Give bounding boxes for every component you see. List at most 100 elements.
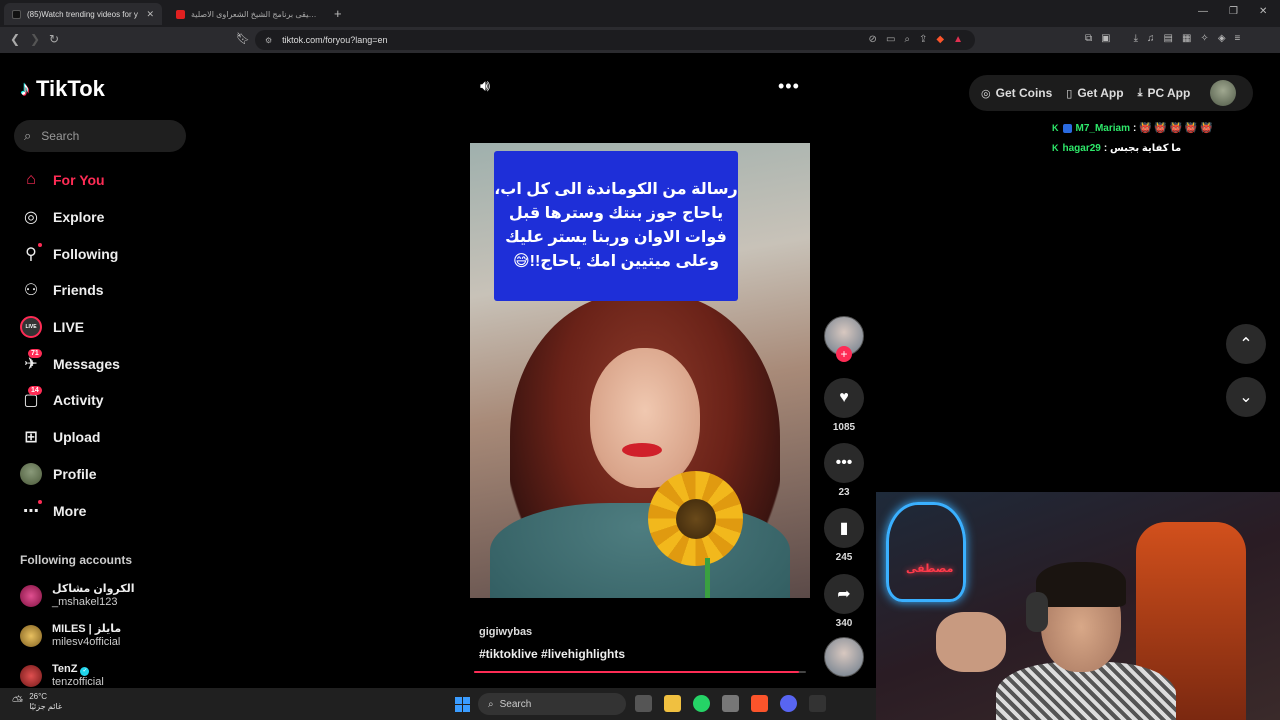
video-player[interactable]: رسالة من الكوماندة الى كل اب، ياحاج جوز … bbox=[470, 143, 810, 598]
close-window-button[interactable]: ✕ bbox=[1259, 6, 1267, 17]
download-icon[interactable]: ⤓ bbox=[1134, 33, 1138, 44]
share-arrow-icon[interactable]: ➦ bbox=[824, 574, 864, 614]
kick-icon: K bbox=[1052, 123, 1059, 133]
tiktok-logo[interactable]: ♪ TikTok bbox=[20, 76, 105, 102]
sidebar-item-activity[interactable]: ▢ 14 Activity bbox=[20, 382, 220, 419]
video-progress-bar[interactable] bbox=[474, 671, 806, 673]
volume-icon[interactable]: 🔊︎ bbox=[480, 78, 490, 96]
sidebar-item-profile[interactable]: Profile bbox=[20, 456, 220, 493]
browser-tab-inactive[interactable]: موسيقى برنامج الشيخ الشعراوى الاصلية bbox=[168, 3, 328, 25]
bookmark-icon[interactable]: ▮ bbox=[824, 508, 864, 548]
get-coins-label: Get Coins bbox=[995, 86, 1053, 100]
chevron-down-icon: ⌄ bbox=[1239, 389, 1253, 406]
sidebar-item-label: Friends bbox=[53, 282, 104, 299]
windows-start-icon[interactable] bbox=[455, 697, 470, 712]
browser-tab-active[interactable]: (85)Watch trending videos for y ✕ bbox=[4, 3, 162, 25]
share-action[interactable]: ➦ 340 bbox=[822, 574, 866, 629]
zoom-icon[interactable]: ⌕ bbox=[904, 34, 910, 45]
tab-title: (85)Watch trending videos for y bbox=[27, 9, 138, 19]
search-icon: ⌕ bbox=[24, 128, 32, 143]
next-video-button[interactable]: ⌄ bbox=[1226, 377, 1266, 417]
tiktok-favicon-icon bbox=[12, 9, 21, 19]
verified-icon: ✓ bbox=[80, 666, 90, 676]
reload-icon[interactable]: ↻ bbox=[49, 32, 59, 46]
sidebar-item-for-you[interactable]: ⌂ For You bbox=[20, 162, 220, 199]
no-tracking-icon[interactable]: ⊘ bbox=[869, 34, 877, 45]
back-icon[interactable]: ❮ bbox=[10, 32, 20, 46]
like-action[interactable]: ♥ 1085 bbox=[822, 378, 866, 433]
address-bar[interactable]: ⚙ tiktok.com/foryou?lang=en ⊘ ▭ ⌕ ⇪ ◆ ▲ bbox=[255, 30, 975, 50]
screenshot-icon[interactable]: ▣ bbox=[1101, 33, 1110, 44]
search-bar[interactable]: ⌕ bbox=[14, 120, 186, 152]
snipping-tool-icon[interactable] bbox=[722, 695, 739, 712]
vpn-icon[interactable]: ◈ bbox=[1218, 33, 1226, 44]
forward-icon[interactable]: ❯ bbox=[30, 32, 40, 46]
follow-plus-icon[interactable]: + bbox=[836, 346, 852, 362]
minimize-button[interactable]: — bbox=[1198, 6, 1208, 17]
heart-icon[interactable]: ♥ bbox=[824, 378, 864, 418]
brave-shield-icon[interactable]: ◆ bbox=[936, 34, 944, 45]
brave-browser-icon[interactable] bbox=[751, 695, 768, 712]
music-icon[interactable]: ♫ bbox=[1147, 33, 1155, 44]
compass-icon: ◎ bbox=[24, 209, 38, 227]
avatar bbox=[20, 625, 42, 647]
site-info-icon[interactable]: ⚙ bbox=[265, 36, 272, 45]
sidebar-item-upload[interactable]: ⊞ Upload bbox=[20, 419, 220, 456]
taskbar-apps bbox=[635, 695, 826, 712]
sidebar-item-more[interactable]: ⋯ More bbox=[20, 492, 220, 529]
close-tab-icon[interactable]: ✕ bbox=[146, 9, 154, 20]
sidebar-item-following[interactable]: ⚲ Following bbox=[20, 235, 220, 272]
following-account-item[interactable]: MILES | مايلز milesv4official bbox=[20, 616, 220, 656]
chat-username: M7_Mariam bbox=[1075, 122, 1130, 134]
sidebar-item-messages[interactable]: ✈ 71 Messages bbox=[20, 345, 220, 382]
new-tab-button[interactable]: + bbox=[334, 6, 342, 21]
top-right-actions: ◎ Get Coins ▯ Get App ⤓ PC App bbox=[969, 75, 1253, 111]
extensions-icon[interactable]: ⧉ bbox=[1085, 33, 1092, 44]
following-account-item[interactable]: الكروان مشاكل _mshakel123 bbox=[20, 576, 220, 616]
address-bar-icons: ⊘ ▭ ⌕ ⇪ ◆ ▲ bbox=[869, 34, 963, 45]
obs-icon[interactable] bbox=[809, 695, 826, 712]
headset-icon bbox=[1026, 592, 1048, 632]
maximize-button[interactable]: ❐ bbox=[1229, 6, 1238, 17]
video-author[interactable]: gigiwybas bbox=[479, 626, 532, 638]
whatsapp-icon[interactable] bbox=[693, 695, 710, 712]
get-app-button[interactable]: ▯ Get App bbox=[1066, 86, 1123, 100]
wallet-icon[interactable]: ▦ bbox=[1182, 33, 1191, 44]
neon-sign-text: مصطفى bbox=[906, 563, 954, 575]
user-avatar[interactable] bbox=[1210, 80, 1237, 106]
sidebar-item-friends[interactable]: ⚇ Friends bbox=[20, 272, 220, 309]
share-icon[interactable]: ⇪ bbox=[919, 34, 927, 45]
task-view-icon[interactable] bbox=[635, 695, 652, 712]
tiktok-note-icon: ♪ bbox=[20, 77, 30, 100]
discord-icon[interactable] bbox=[780, 695, 797, 712]
search-input[interactable] bbox=[41, 129, 162, 143]
brave-rewards-icon[interactable]: ▲ bbox=[953, 34, 963, 45]
caption-line: وعلى ميتيين امك ياحاج!!😅 bbox=[512, 253, 720, 270]
pc-app-button[interactable]: ⤓ PC App bbox=[1138, 86, 1191, 100]
chat-badge-icon bbox=[1062, 123, 1072, 133]
sidebar-item-live[interactable]: LIVE LIVE bbox=[20, 309, 220, 346]
video-hashtags[interactable]: #tiktoklive #livehighlights bbox=[479, 647, 625, 661]
screen-icon[interactable]: ▭ bbox=[886, 34, 895, 45]
comment-action[interactable]: ••• 23 bbox=[822, 443, 866, 498]
sound-avatar[interactable] bbox=[824, 637, 864, 677]
tab-title: موسيقى برنامج الشيخ الشعراوى الاصلية bbox=[191, 9, 320, 19]
weather-widget[interactable]: ⛅︎ 26°C غائم جزئيًا bbox=[12, 692, 62, 711]
caption-line: رسالة من الكوماندة الى كل اب، bbox=[494, 181, 738, 198]
menu-icon[interactable]: ≡ bbox=[1235, 33, 1241, 44]
video-more-options-icon[interactable]: ••• bbox=[778, 76, 800, 97]
taskbar-search[interactable]: ⌕ Search bbox=[478, 693, 626, 715]
previous-video-button[interactable]: ⌃ bbox=[1226, 324, 1266, 364]
sidebar-toggle-icon[interactable]: ▤ bbox=[1164, 33, 1173, 44]
sidebar-item-explore[interactable]: ◎ Explore bbox=[20, 199, 220, 236]
save-action[interactable]: ▮ 245 bbox=[822, 508, 866, 563]
get-coins-button[interactable]: ◎ Get Coins bbox=[981, 86, 1052, 100]
sidebar-item-label: Activity bbox=[53, 392, 104, 409]
friends-icon: ⚇ bbox=[23, 282, 39, 300]
caption-line: ياحاج جوز بنتك وسترها قبل bbox=[508, 205, 724, 222]
comment-icon[interactable]: ••• bbox=[824, 443, 864, 483]
bookmark-icon[interactable]: 🔖︎ bbox=[236, 32, 250, 45]
file-explorer-icon[interactable] bbox=[664, 695, 681, 712]
sidebar-item-label: LIVE bbox=[53, 319, 85, 336]
leo-ai-icon[interactable]: ✧ bbox=[1200, 33, 1208, 44]
